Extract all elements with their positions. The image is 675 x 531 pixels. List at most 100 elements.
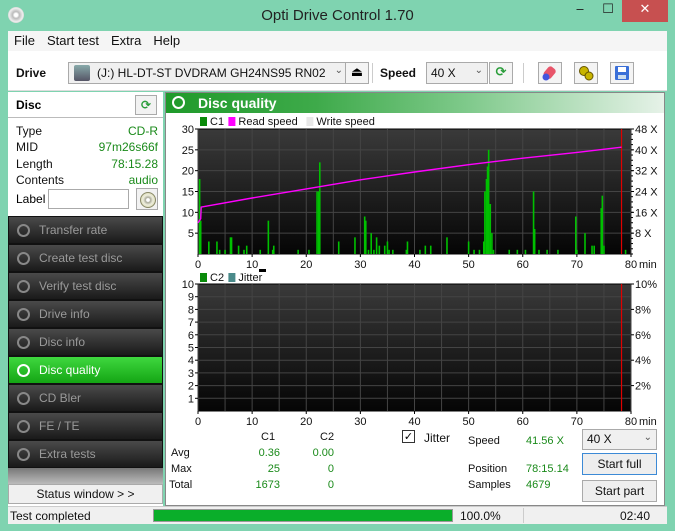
speed-label: Speed: [380, 66, 417, 80]
max-label: Max: [171, 463, 192, 475]
nav-label: Disc info: [39, 335, 86, 349]
panel-header: Disc quality: [166, 93, 664, 113]
nav-disc-quality[interactable]: Disc quality: [8, 356, 163, 384]
menu-file[interactable]: File: [8, 31, 41, 51]
nav-create-test-disc[interactable]: Create test disc: [8, 244, 163, 272]
c2-col-header: C2: [320, 431, 335, 443]
legend-label: C2: [210, 272, 224, 284]
start-part-button[interactable]: Start part: [582, 480, 657, 502]
c1-bar: [538, 249, 540, 254]
avg-c1-value: 0.36: [258, 447, 280, 459]
nav-label: Disc quality: [39, 363, 101, 377]
c1-bar: [218, 249, 221, 254]
c1-bar: [316, 191, 318, 254]
progress-fill: [154, 510, 452, 521]
nav-disc-info[interactable]: Disc info: [8, 328, 163, 356]
y-tick-label: 15: [182, 187, 194, 199]
nav-transfer-rate[interactable]: Transfer rate: [8, 216, 163, 244]
status-window-button[interactable]: Status window > >: [8, 484, 163, 504]
disc-refresh-button[interactable]: ⟳: [135, 95, 157, 115]
y-tick-label: 9: [188, 292, 194, 304]
y-tick-label: 20: [182, 166, 194, 178]
c1-bar: [337, 241, 340, 254]
c1-bar: [601, 195, 604, 254]
avg-c2-value: 0.00: [312, 447, 334, 459]
c1-col-header: C1: [261, 431, 276, 443]
x-tick-label: 20: [300, 416, 312, 428]
jitter-checkbox[interactable]: ✓: [402, 430, 415, 443]
start-full-button[interactable]: Start full: [582, 453, 657, 475]
drive-icon: [74, 65, 90, 81]
refresh-speed-button[interactable]: ⟳: [489, 62, 513, 84]
c1-bar: [508, 249, 511, 254]
maximize-button[interactable]: ☐: [594, 0, 622, 22]
disc-check-icon: [17, 280, 30, 293]
menu-help[interactable]: Help: [147, 31, 186, 51]
y2-tick-label: 8 X: [635, 228, 652, 240]
legend-swatch: [228, 117, 236, 126]
save-button[interactable]: [610, 62, 634, 84]
y-tick-label: 30: [182, 124, 194, 136]
eject-button[interactable]: ⏏: [345, 62, 369, 84]
y2-tick-label: 32 X: [635, 166, 658, 178]
menu-start-test[interactable]: Start test: [41, 31, 105, 51]
progress-text: 100.0%: [460, 509, 501, 523]
nav-label: Create test disc: [39, 251, 123, 265]
nav-fe-te[interactable]: FE / TE: [8, 412, 163, 440]
disc-contents-row: Contents audio: [16, 173, 158, 189]
position-value: 78:15.14: [526, 463, 569, 475]
disc-label-button[interactable]: [136, 188, 158, 210]
nav-verify-test-disc[interactable]: Verify test disc: [8, 272, 163, 300]
c1-bar: [593, 245, 595, 254]
y-tick-label: 10: [182, 279, 194, 291]
title-bar: Opti Drive Control 1.70 ‒ ☐ ✕: [0, 0, 675, 31]
nav-cd-bler[interactable]: CD Bler: [8, 384, 163, 412]
legend-swatch: [200, 273, 207, 282]
y-tick-label: 25: [182, 145, 194, 157]
x-tick-label: 80: [625, 416, 637, 428]
refresh-icon: ⟳: [140, 98, 152, 112]
c1-bar: [272, 245, 275, 254]
speed-value: 41.56 X: [526, 435, 564, 447]
minimize-button[interactable]: ‒: [566, 0, 594, 22]
nav-label: CD Bler: [39, 391, 82, 405]
c1-bar: [584, 233, 586, 254]
menu-extra[interactable]: Extra: [105, 31, 147, 51]
c1-bar: [354, 237, 356, 254]
y2-tick-label: 4%: [635, 355, 651, 367]
legend-label: C1: [210, 116, 224, 128]
disc-quality-icon: [17, 364, 30, 377]
c1-bar: [392, 249, 394, 254]
c1-bar: [516, 249, 519, 254]
toolbar-divider: [372, 63, 373, 83]
eject-icon: ⏏: [350, 65, 364, 80]
toolbar: Drive (J:) HL-DT-ST DVDRAM GH24NS95 RN02…: [8, 51, 667, 91]
status-divider: [523, 508, 524, 523]
nav-drive-info[interactable]: Drive info: [8, 300, 163, 328]
nav-label: Verify test disc: [39, 279, 117, 293]
disc-label-input[interactable]: [48, 189, 129, 209]
x-tick-label: 50: [463, 416, 475, 428]
x-tick-label: 60: [517, 416, 529, 428]
disc-type-row: Type CD-R: [16, 124, 158, 140]
drive-select[interactable]: (J:) HL-DT-ST DVDRAM GH24NS95 RN02 ⌄: [68, 62, 348, 84]
c1-bar: [386, 241, 389, 254]
chevron-down-icon: ⌄: [334, 65, 343, 76]
c1-bar: [491, 233, 493, 254]
total-c1-value: 1673: [255, 479, 280, 491]
c1-bar: [424, 245, 427, 254]
disc-length-key: Length: [16, 157, 53, 171]
close-button[interactable]: ✕: [622, 0, 668, 22]
status-text: Test completed: [10, 509, 91, 523]
eraser-icon: [542, 66, 556, 81]
test-speed-select[interactable]: 40 X ⌄: [582, 429, 657, 450]
x-tick-label: 30: [354, 416, 366, 428]
speed-select[interactable]: 40 X ⌄: [426, 62, 488, 84]
nav-extra-tests[interactable]: Extra tests: [8, 440, 163, 468]
c1-bar: [492, 249, 495, 254]
c1-bar: [308, 249, 310, 254]
erase-button[interactable]: [538, 62, 562, 84]
c1-bar: [318, 162, 321, 254]
disc-mid-key: MID: [16, 140, 38, 154]
settings-button[interactable]: [574, 62, 598, 84]
